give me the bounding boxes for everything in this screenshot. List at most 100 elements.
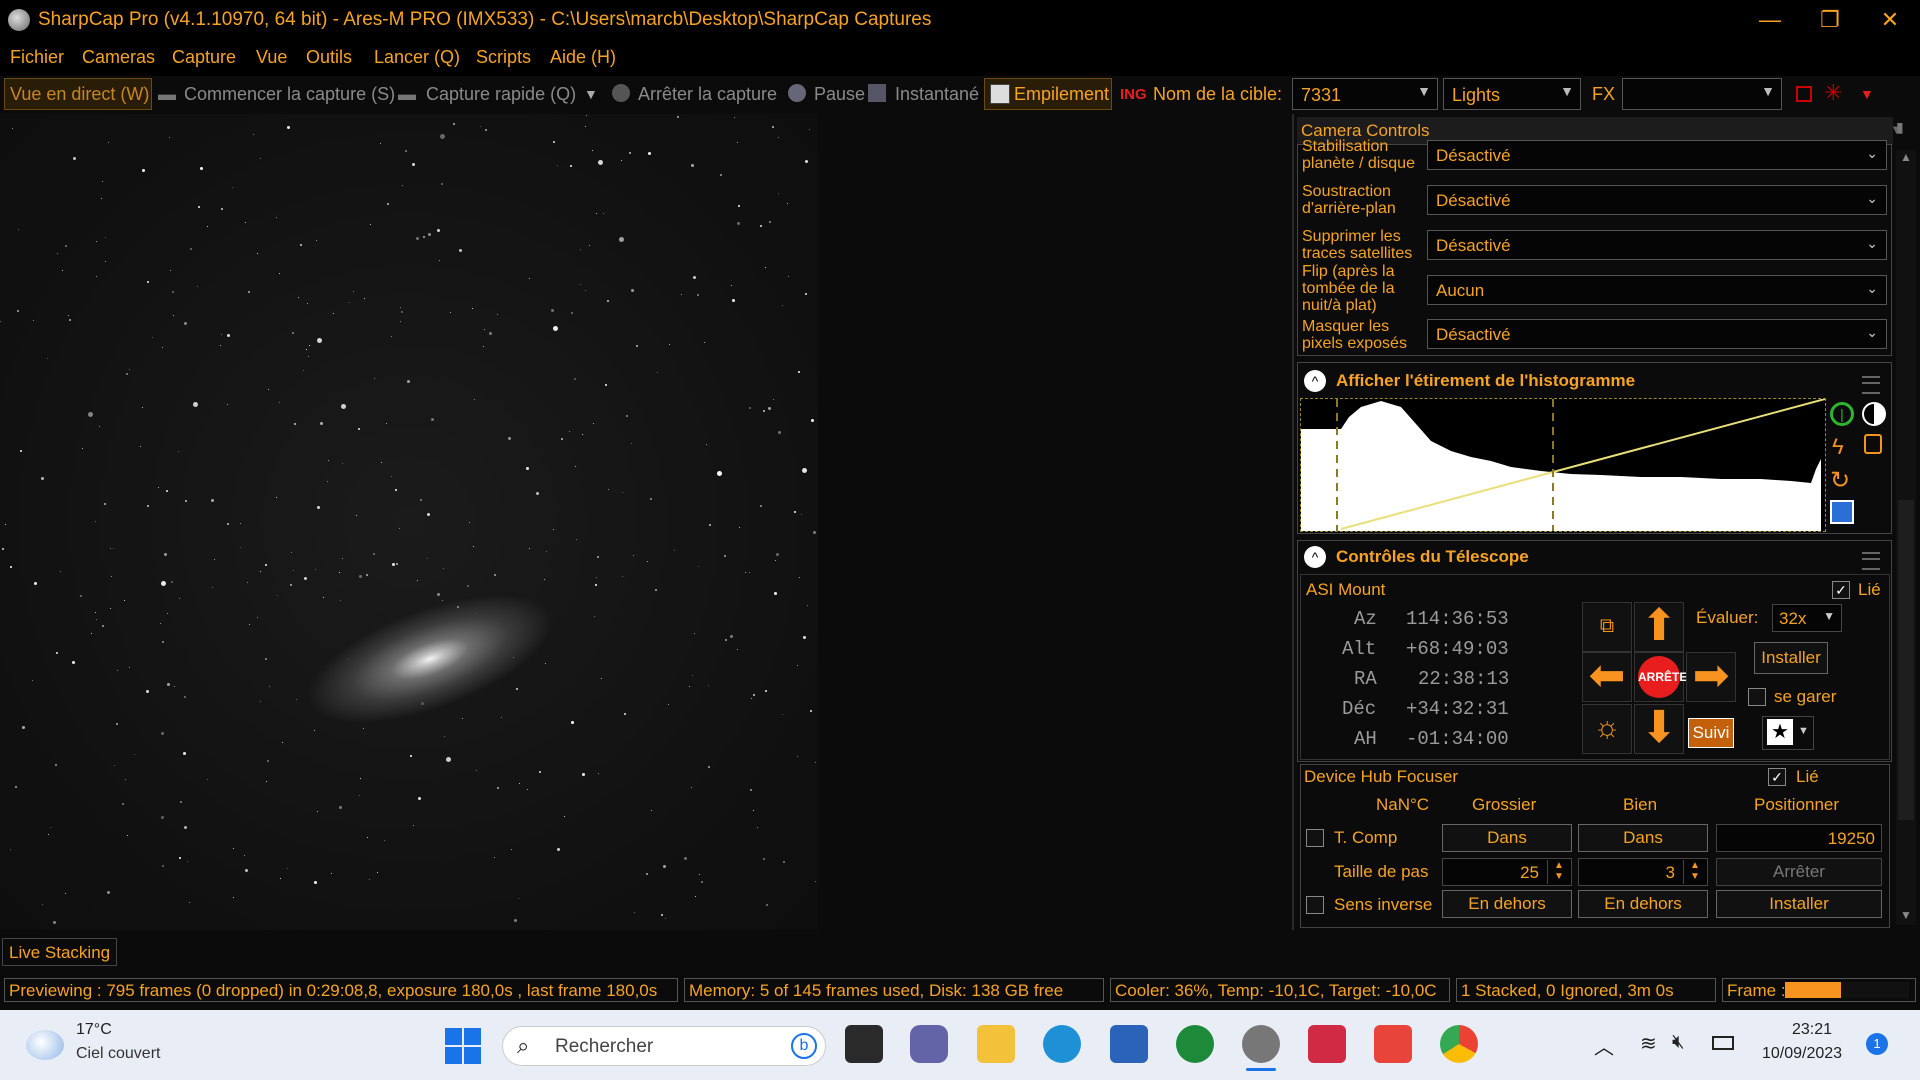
menu-fichier[interactable]: Fichier	[10, 47, 64, 68]
chevron-up-icon[interactable]: ︿	[1594, 1031, 1614, 1060]
menu-aide[interactable]: Aide (H)	[550, 47, 616, 68]
power-icon[interactable]: |	[1830, 402, 1854, 426]
temp-comp-checkbox[interactable]	[1306, 829, 1324, 847]
collapse-icon[interactable]: ^	[1304, 370, 1326, 392]
histogram-chart[interactable]	[1300, 398, 1826, 532]
red-square-icon[interactable]	[1796, 86, 1812, 102]
park-checkbox[interactable]	[1748, 688, 1766, 706]
task-view-icon[interactable]	[845, 1025, 883, 1063]
spiral-search-icon[interactable]: ⧉	[1582, 602, 1632, 652]
menu-vue[interactable]: Vue	[256, 47, 287, 68]
start-capture-button[interactable]: Commencer la capture (S)	[184, 84, 395, 105]
focuser-linked-checkbox[interactable]: ✓	[1768, 768, 1786, 786]
mount-install-button[interactable]: Installer	[1754, 642, 1828, 674]
fine-step-spinner[interactable]: ▲ ▼	[1683, 860, 1706, 884]
target-crosshair-icon[interactable]: ☼	[1582, 704, 1632, 754]
background-subtraction-select[interactable]: Désactivé ⌄	[1427, 185, 1887, 215]
taskbar-search-input[interactable]: ⌕ Rechercher b	[502, 1026, 826, 1066]
stabilization-select[interactable]: Désactivé ⌄	[1427, 140, 1887, 170]
ra-value: 22:38:13	[1418, 668, 1510, 690]
menu-scripts[interactable]: Scripts	[476, 47, 531, 68]
notification-badge[interactable]: 1	[1866, 1033, 1888, 1055]
west-arrow-button[interactable]: ⬅	[1582, 652, 1632, 702]
live-image-viewport[interactable]	[0, 114, 818, 930]
menu-icon[interactable]	[1862, 376, 1880, 394]
menu-outils[interactable]: Outils	[306, 47, 352, 68]
focuser-install-button[interactable]: Installer	[1716, 890, 1882, 918]
restore-button[interactable]: ❐	[1800, 4, 1860, 36]
cloud-weather-icon[interactable]	[26, 1030, 64, 1060]
sharpcap-taskbar-icon[interactable]	[1242, 1025, 1280, 1063]
position-input[interactable]: 19250	[1716, 824, 1882, 852]
anydesk-icon[interactable]	[1374, 1025, 1412, 1063]
star	[113, 548, 114, 549]
phd2-icon[interactable]	[1176, 1025, 1214, 1063]
file-explorer-icon[interactable]	[977, 1025, 1015, 1063]
weather-temp[interactable]: 17°C	[76, 1021, 112, 1039]
target-name-input[interactable]: 7331 ▼	[1292, 78, 1438, 110]
reset-icon[interactable]: ↻	[1830, 466, 1850, 495]
focuser-stop-button[interactable]: Arrêter	[1716, 858, 1882, 886]
favorite-star-button[interactable]: ★ ▼	[1762, 716, 1814, 750]
coarse-in-button[interactable]: Dans	[1442, 824, 1572, 852]
tracking-button[interactable]: Suivi	[1688, 718, 1734, 748]
lightning-icon[interactable]: ϟ	[1832, 434, 1844, 460]
fine-out-button[interactable]: En dehors	[1578, 890, 1708, 918]
clock-time[interactable]: 23:21	[1792, 1021, 1832, 1039]
collapse-icon[interactable]: ^	[1304, 546, 1326, 568]
star	[0, 321, 1, 322]
live-stacking-tab[interactable]: Live Stacking	[2, 938, 118, 966]
crosshair-icon[interactable]: ✳	[1824, 80, 1842, 106]
lock-icon[interactable]	[1864, 434, 1882, 454]
scroll-down-icon[interactable]: ▼	[1898, 908, 1914, 924]
stellarium-icon[interactable]	[1308, 1025, 1346, 1063]
close-button[interactable]: ✕	[1860, 4, 1920, 36]
satellite-trails-select[interactable]: Désactivé ⌄	[1427, 230, 1887, 260]
frame-type-select[interactable]: Lights ▼	[1443, 78, 1581, 110]
menu-icon[interactable]	[1862, 552, 1880, 570]
star	[778, 431, 781, 434]
chevron-down-icon[interactable]: ▼	[584, 86, 598, 102]
weather-desc[interactable]: Ciel couvert	[76, 1045, 160, 1063]
quick-capture-button[interactable]: Capture rapide (Q)	[426, 84, 576, 105]
store-icon[interactable]	[1110, 1025, 1148, 1063]
contrast-icon[interactable]	[1862, 402, 1886, 426]
coarse-step-spinner[interactable]: ▲ ▼	[1547, 860, 1570, 884]
volume-muted-icon[interactable]: 🔇︎	[1672, 1031, 1685, 1054]
north-arrow-button[interactable]: ⬆	[1634, 602, 1684, 652]
pin-icon[interactable]: ▮	[1896, 119, 1908, 139]
chevron-down-icon[interactable]: ▼	[1860, 86, 1874, 102]
menu-cameras[interactable]: Cameras	[82, 47, 155, 68]
windows-start-icon[interactable]	[443, 1026, 483, 1066]
clock-date[interactable]: 10/09/2023	[1762, 1045, 1842, 1063]
scrollbar-thumb[interactable]	[1898, 500, 1914, 820]
scroll-up-icon[interactable]: ▲	[1898, 150, 1914, 166]
snapshot-button[interactable]: Instantané	[895, 84, 979, 105]
chrome-icon[interactable]	[1440, 1025, 1478, 1063]
edge-browser-icon[interactable]	[1043, 1025, 1081, 1063]
pause-button[interactable]: Pause	[814, 84, 865, 105]
rate-select[interactable]: 32x ▼	[1772, 604, 1842, 632]
coarse-out-button[interactable]: En dehors	[1442, 890, 1572, 918]
wifi-icon[interactable]: ≋	[1640, 1031, 1657, 1056]
ng-icon[interactable]: ING	[1120, 86, 1147, 103]
focuser-name: Device Hub Focuser	[1304, 767, 1459, 786]
mask-pixels-select[interactable]: Désactivé ⌄	[1427, 319, 1887, 349]
reverse-checkbox[interactable]	[1306, 896, 1324, 914]
fine-in-button[interactable]: Dans	[1578, 824, 1708, 852]
stop-slew-button[interactable]: ARRÊTE	[1634, 652, 1687, 702]
fx-select[interactable]: ▼	[1622, 78, 1782, 110]
menu-lancer[interactable]: Lancer (Q)	[374, 47, 460, 68]
south-arrow-button[interactable]: ⬇	[1634, 704, 1684, 754]
mount-linked-checkbox[interactable]: ✓	[1832, 581, 1850, 599]
star	[245, 869, 248, 872]
flip-select[interactable]: Aucun ⌄	[1427, 275, 1887, 305]
star	[648, 152, 651, 155]
teams-chat-icon[interactable]	[910, 1025, 948, 1063]
battery-icon[interactable]	[1712, 1036, 1734, 1050]
menu-capture[interactable]: Capture	[172, 47, 236, 68]
minimize-button[interactable]: —	[1740, 4, 1800, 36]
save-icon[interactable]	[1830, 500, 1854, 524]
stop-capture-button[interactable]: Arrêter la capture	[638, 84, 777, 105]
east-arrow-button[interactable]: ➡	[1686, 652, 1736, 702]
